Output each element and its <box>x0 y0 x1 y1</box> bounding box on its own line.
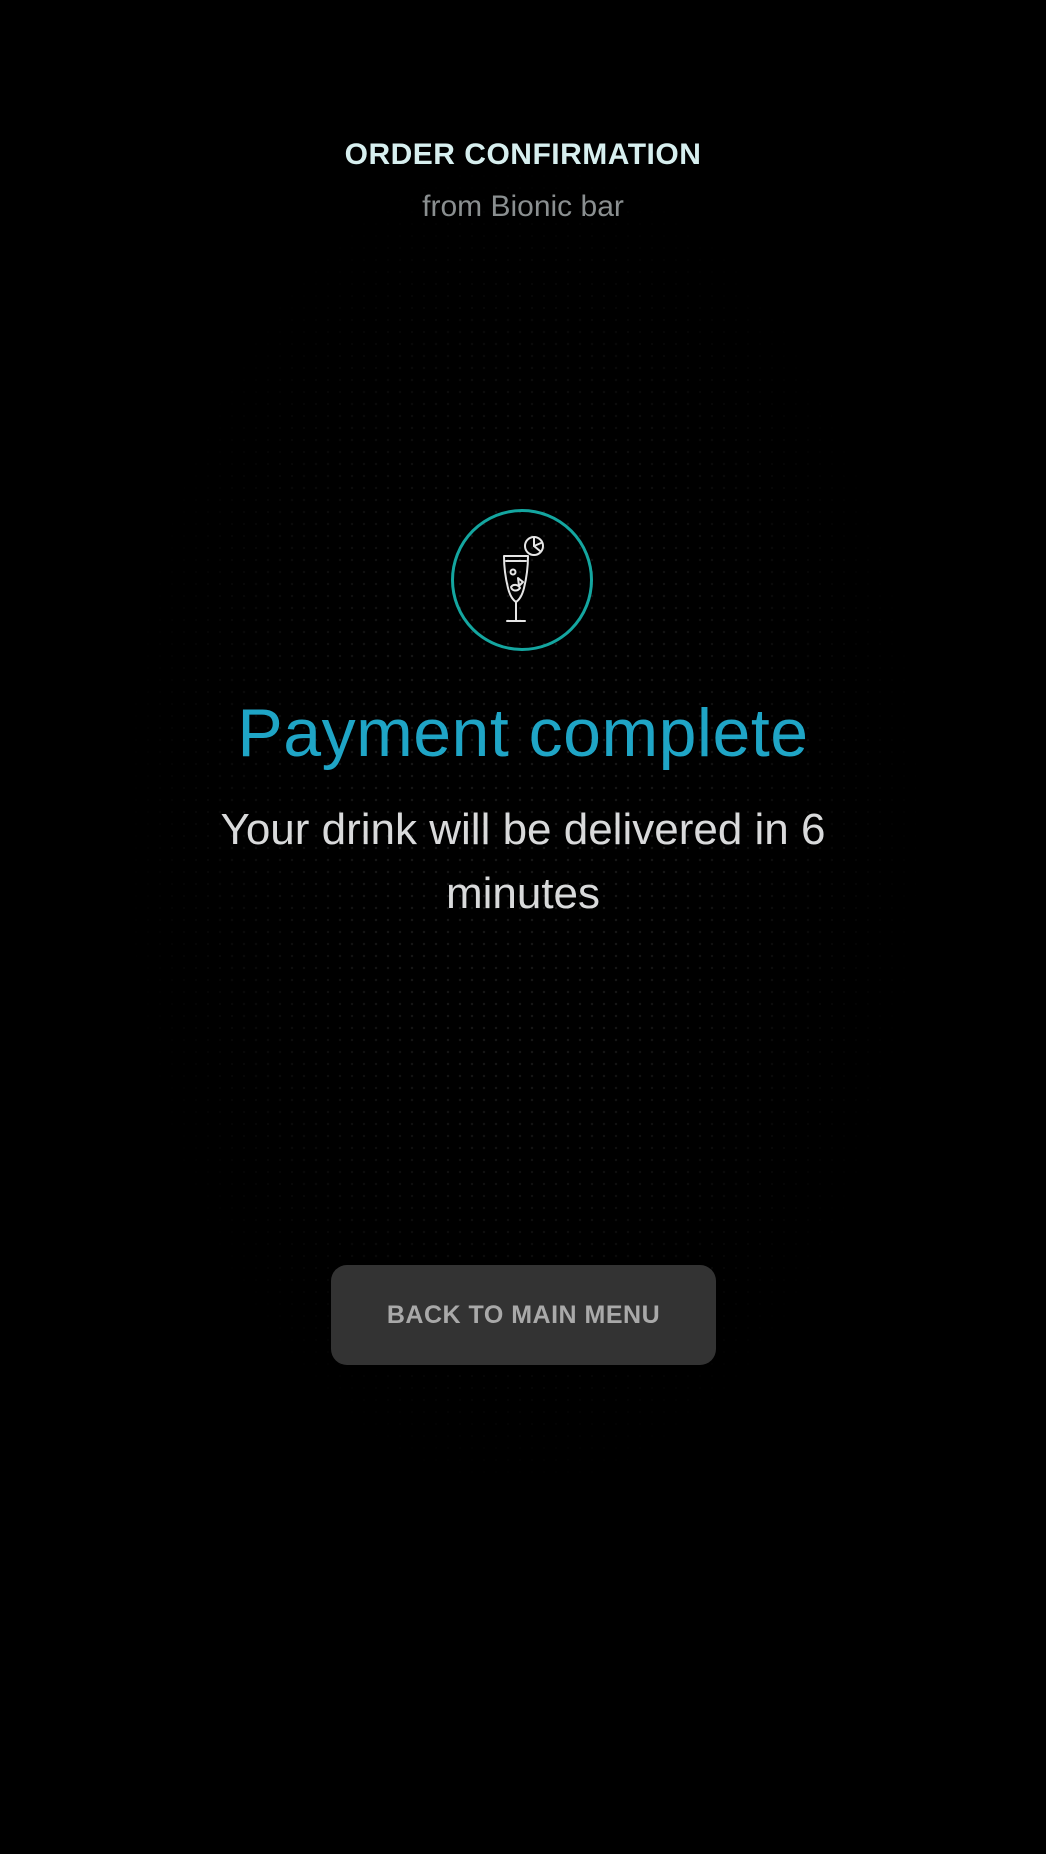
status-message: Your drink will be delivered in 6 minute… <box>220 805 826 918</box>
back-to-main-menu-button[interactable]: BACK TO MAIN MENU <box>331 1265 716 1365</box>
page-subtitle: from Bionic bar <box>422 190 624 223</box>
cocktail-glass-icon <box>503 536 544 622</box>
page-title: ORDER CONFIRMATION <box>344 138 702 171</box>
order-confirmation-screen: ORDER CONFIRMATION from Bionic bar Payme… <box>0 0 1046 1854</box>
status-title: Payment complete <box>237 695 809 771</box>
status-icon-badge <box>451 509 593 651</box>
